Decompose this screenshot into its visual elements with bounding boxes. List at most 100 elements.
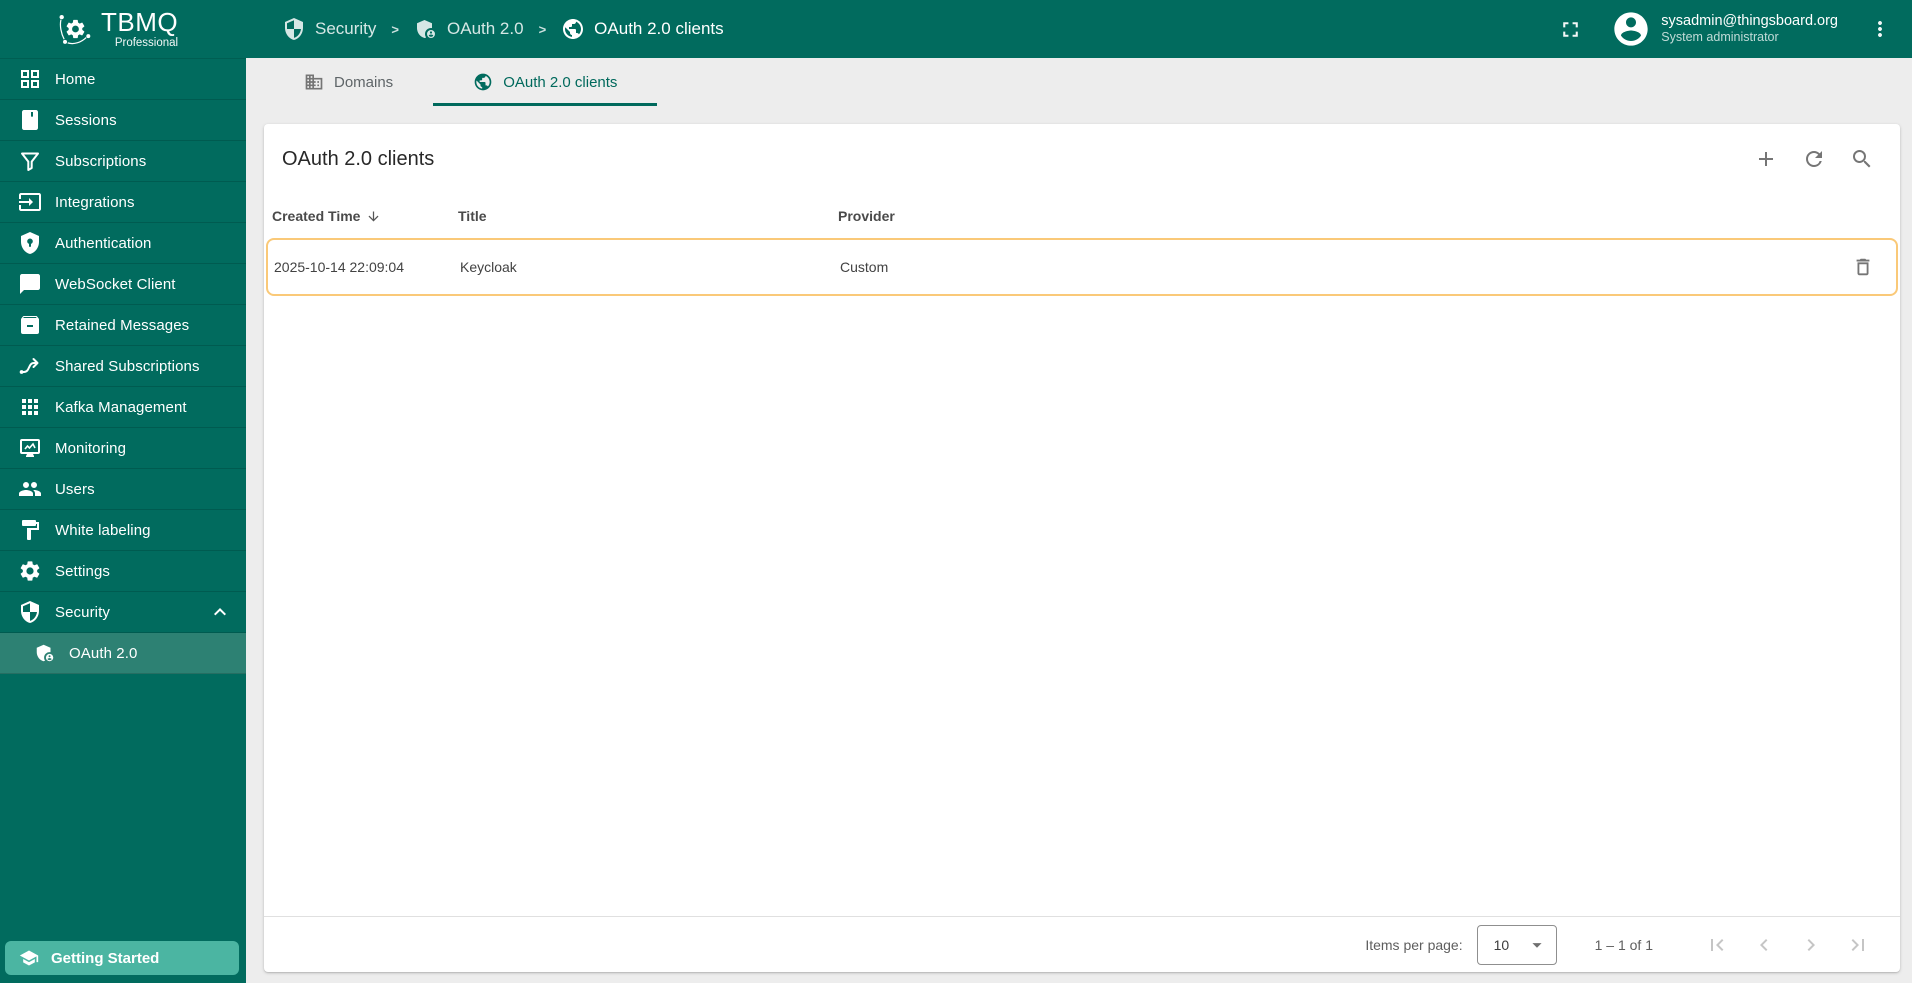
globe-icon <box>473 72 493 92</box>
sidebar-item-label: Monitoring <box>55 439 127 457</box>
items-per-page-label: Items per page: <box>1365 936 1463 953</box>
sidebar-item-authentication[interactable]: Authentication <box>0 223 246 264</box>
fullscreen-button[interactable] <box>1558 17 1583 42</box>
first-page-icon <box>1705 933 1729 957</box>
breadcrumb-oauth2-clients[interactable]: OAuth 2.0 clients <box>561 17 724 41</box>
paginator: Items per page: 10 1 – 1 of 1 <box>264 916 1900 972</box>
tbmq-logo-icon <box>56 10 94 48</box>
sidebar-item-home[interactable]: Home <box>0 59 246 100</box>
branch-arrow-icon <box>18 354 42 378</box>
row-actions <box>1832 255 1896 279</box>
sidebar-item-label: WebSocket Client <box>55 275 176 293</box>
table-row[interactable]: 2025-10-14 22:09:04 Keycloak Custom <box>266 238 1898 296</box>
shield-person-icon <box>414 17 438 41</box>
monitor-icon <box>18 436 42 460</box>
sort-descending-icon <box>366 209 381 224</box>
pager-buttons <box>1705 933 1870 957</box>
sidebar-item-label: White labeling <box>55 521 151 539</box>
sidebar-item-security[interactable]: Security <box>0 592 246 633</box>
column-label: Title <box>458 208 487 224</box>
kebab-icon <box>1868 17 1892 41</box>
shield-icon <box>18 600 42 624</box>
sidebar-item-label: Sessions <box>55 111 117 129</box>
app-edition: Professional <box>114 36 179 49</box>
sidebar-item-websocket-client[interactable]: WebSocket Client <box>0 264 246 305</box>
sidebar-item-white-labeling[interactable]: White labeling <box>0 510 246 551</box>
input-icon <box>18 190 42 214</box>
home-icon <box>18 67 42 91</box>
add-client-button[interactable] <box>1754 147 1778 171</box>
topbar-right: sysadmin@thingsboard.org System administ… <box>1558 9 1912 49</box>
breadcrumb-label: Security <box>315 19 377 38</box>
sidebar-item-users[interactable]: Users <box>0 469 246 510</box>
avatar[interactable] <box>1611 9 1651 49</box>
first-page-button[interactable] <box>1705 933 1729 957</box>
sidebar-item-label: Settings <box>55 562 110 580</box>
more-menu-button[interactable] <box>1868 17 1892 41</box>
breadcrumb-security[interactable]: Security <box>282 17 376 41</box>
shield-person-icon <box>34 642 56 664</box>
sidebar-item-label: Integrations <box>55 193 135 211</box>
column-header-created-time[interactable]: Created Time <box>272 208 458 224</box>
sidebar-item-integrations[interactable]: Integrations <box>0 182 246 223</box>
logo-text: TBMQ Professional <box>101 9 178 50</box>
sidebar-item-monitoring[interactable]: Monitoring <box>0 428 246 469</box>
account-circle-icon <box>1611 9 1651 49</box>
last-page-button[interactable] <box>1846 933 1870 957</box>
getting-started-label: Getting Started <box>51 949 160 967</box>
sidebar-item-settings[interactable]: Settings <box>0 551 246 592</box>
refresh-icon <box>1802 147 1826 171</box>
sidebar-item-shared-subscriptions[interactable]: Shared Subscriptions <box>0 346 246 387</box>
sidebar-item-kafka-management[interactable]: Kafka Management <box>0 387 246 428</box>
gear-icon <box>18 559 42 583</box>
card-actions <box>1754 147 1874 171</box>
cell-created-time: 2025-10-14 22:09:04 <box>274 259 404 275</box>
page-range-label: 1 – 1 of 1 <box>1594 936 1653 953</box>
sidebar-item-label: Security <box>55 603 110 621</box>
tab-oauth2-clients[interactable]: OAuth 2.0 clients <box>433 58 658 106</box>
app-logo[interactable]: TBMQ Professional <box>0 9 246 50</box>
book-icon <box>18 108 42 132</box>
delete-row-button[interactable] <box>1852 255 1876 279</box>
sidebar-item-label: OAuth 2.0 <box>69 644 138 662</box>
search-button[interactable] <box>1850 147 1874 171</box>
filter-icon <box>18 149 42 173</box>
sidebar-item-retained-messages[interactable]: Retained Messages <box>0 305 246 346</box>
refresh-button[interactable] <box>1802 147 1826 171</box>
next-page-button[interactable] <box>1799 933 1823 957</box>
sidebar-item-sessions[interactable]: Sessions <box>0 100 246 141</box>
breadcrumb-oauth2[interactable]: OAuth 2.0 <box>414 17 524 41</box>
breadcrumb-separator: > <box>538 21 547 37</box>
sidebar-item-label: Retained Messages <box>55 316 190 334</box>
cell-provider: Custom <box>840 259 889 275</box>
getting-started-button[interactable]: Getting Started <box>5 941 239 975</box>
user-info[interactable]: sysadmin@thingsboard.org System administ… <box>1661 12 1838 46</box>
user-email: sysadmin@thingsboard.org <box>1661 13 1838 30</box>
previous-page-button[interactable] <box>1752 933 1776 957</box>
paint-roller-icon <box>18 518 42 542</box>
app-name: TBMQ <box>101 6 179 37</box>
sidebar-item-oauth2[interactable]: OAuth 2.0 <box>0 633 246 674</box>
column-header-provider[interactable]: Provider <box>838 208 1834 224</box>
tab-domains[interactable]: Domains <box>264 58 433 106</box>
tab-label: Domains <box>334 73 394 91</box>
main-content: Domains OAuth 2.0 clients OAuth 2.0 clie… <box>246 58 1912 983</box>
sidebar-item-label: Authentication <box>55 234 152 252</box>
last-page-icon <box>1846 933 1870 957</box>
column-header-title[interactable]: Title <box>458 208 838 224</box>
sidebar-item-label: Users <box>55 480 95 498</box>
chevron-up-icon <box>208 600 232 624</box>
chat-bubble-icon <box>18 272 42 296</box>
table-empty-space <box>264 296 1900 916</box>
fullscreen-icon <box>1558 17 1583 42</box>
sidebar-item-subscriptions[interactable]: Subscriptions <box>0 141 246 182</box>
chevron-right-icon <box>1799 933 1823 957</box>
breadcrumb: Security > OAuth 2.0 > OAuth 2.0 clients <box>282 17 724 41</box>
shield-lock-icon <box>18 231 42 255</box>
graduation-cap-icon <box>19 948 39 968</box>
cell-title: Keycloak <box>460 259 517 275</box>
sidebar-item-label: Shared Subscriptions <box>55 357 200 375</box>
people-icon <box>18 477 42 501</box>
page-size-select[interactable]: 10 <box>1476 924 1557 965</box>
trash-icon <box>1852 256 1874 278</box>
